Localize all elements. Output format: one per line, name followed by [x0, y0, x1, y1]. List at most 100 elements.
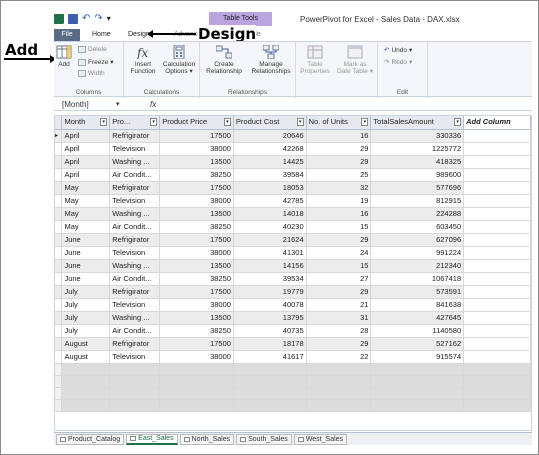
- delete-column-button[interactable]: Delete: [78, 46, 107, 53]
- table-cell[interactable]: 212340: [370, 259, 465, 273]
- calculation-area-cell[interactable]: [463, 363, 531, 376]
- table-row[interactable]: ▸ April Refrigirator 17500 20646 16 330336: [55, 129, 531, 143]
- create-relationship-button[interactable]: Create Relationship: [202, 45, 246, 75]
- table-cell[interactable]: 22: [306, 350, 372, 364]
- table-cell[interactable]: Washing ...: [109, 155, 161, 169]
- table-row[interactable]: May Refrigirator 17500 18053 32 577696: [55, 181, 531, 195]
- table-cell[interactable]: 427645: [370, 311, 465, 325]
- table-cell[interactable]: 577696: [370, 181, 465, 195]
- table-row[interactable]: June Washing ... 13500 14156 15 212340: [55, 259, 531, 273]
- tab-file[interactable]: File: [54, 29, 80, 41]
- table-cell[interactable]: 38250: [159, 324, 234, 338]
- table-cell[interactable]: June: [61, 272, 111, 286]
- row-selector[interactable]: [55, 246, 63, 260]
- add-column-cell[interactable]: [463, 311, 531, 325]
- table-cell[interactable]: Refrigirator: [109, 337, 161, 351]
- table-cell[interactable]: 573591: [370, 285, 465, 299]
- filter-dropdown-icon[interactable]: ▾: [296, 118, 304, 127]
- table-cell[interactable]: Air Condit...: [109, 220, 161, 234]
- table-cell[interactable]: Television: [109, 246, 161, 260]
- row-selector[interactable]: [55, 181, 63, 195]
- table-cell[interactable]: 627096: [370, 233, 465, 247]
- table-cell[interactable]: 17500: [159, 181, 234, 195]
- table-cell[interactable]: April: [61, 129, 111, 143]
- calculation-area-cell[interactable]: [463, 387, 531, 400]
- row-selector[interactable]: ▸: [55, 129, 63, 143]
- calculation-area-cell[interactable]: [55, 363, 63, 376]
- row-selector[interactable]: [55, 194, 63, 208]
- add-column-cell[interactable]: [463, 220, 531, 234]
- calculation-area-row[interactable]: [55, 363, 531, 376]
- table-cell[interactable]: 13500: [159, 311, 234, 325]
- add-column-cell[interactable]: [463, 272, 531, 286]
- table-row[interactable]: August Refrigirator 17500 18178 29 527162: [55, 337, 531, 351]
- table-row[interactable]: June Television 38000 41301 24 991224: [55, 246, 531, 260]
- table-cell[interactable]: 40735: [233, 324, 307, 338]
- table-cell[interactable]: May: [61, 181, 111, 195]
- tab-home[interactable]: Home: [92, 29, 111, 41]
- table-cell[interactable]: 18178: [233, 337, 307, 351]
- table-cell[interactable]: 14018: [233, 207, 307, 221]
- name-box[interactable]: [Month]: [62, 99, 132, 110]
- excel-icon[interactable]: [54, 14, 64, 24]
- table-cell[interactable]: 17500: [159, 233, 234, 247]
- undo-button[interactable]: ↶ Undo ▾: [384, 46, 412, 55]
- table-cell[interactable]: 42785: [233, 194, 307, 208]
- calculation-area-cell[interactable]: [109, 399, 161, 412]
- calculation-area-cell[interactable]: [61, 363, 111, 376]
- redo-icon[interactable]: ↷: [94, 14, 102, 24]
- table-cell[interactable]: 13500: [159, 155, 234, 169]
- table-row[interactable]: August Television 38000 41617 22 915574: [55, 350, 531, 364]
- table-cell[interactable]: 41617: [233, 350, 307, 364]
- add-column-button[interactable]: Add: [55, 45, 73, 68]
- table-cell[interactable]: May: [61, 220, 111, 234]
- calculation-area-cell[interactable]: [159, 399, 234, 412]
- filter-dropdown-icon[interactable]: ▾: [454, 118, 462, 127]
- add-column-header[interactable]: Add Column: [463, 116, 531, 130]
- table-cell[interactable]: Refrigirator: [109, 285, 161, 299]
- calculation-area-cell[interactable]: [233, 387, 307, 400]
- table-cell[interactable]: Television: [109, 194, 161, 208]
- table-cell[interactable]: 38000: [159, 298, 234, 312]
- calculation-area-cell[interactable]: [463, 399, 531, 412]
- table-row[interactable]: May Air Condit... 38250 40230 15 603450: [55, 220, 531, 234]
- table-cell[interactable]: April: [61, 168, 111, 182]
- filter-dropdown-icon[interactable]: ▾: [150, 118, 158, 127]
- table-cell[interactable]: 25: [306, 168, 372, 182]
- table-cell[interactable]: 28: [306, 324, 372, 338]
- table-row[interactable]: June Air Condit... 38250 39534 27 1067418: [55, 272, 531, 286]
- table-cell[interactable]: June: [61, 259, 111, 273]
- column-header[interactable]: TotalSalesAmount ▾: [370, 116, 465, 130]
- table-cell[interactable]: 17500: [159, 337, 234, 351]
- row-selector-header[interactable]: [55, 116, 63, 130]
- add-column-cell[interactable]: [463, 207, 531, 221]
- table-cell[interactable]: 841638: [370, 298, 465, 312]
- calculation-area-cell[interactable]: [109, 375, 161, 388]
- add-column-cell[interactable]: [463, 233, 531, 247]
- table-cell[interactable]: 38000: [159, 350, 234, 364]
- calculation-area-row[interactable]: [55, 387, 531, 400]
- sheet-tab[interactable]: South_Sales: [236, 433, 292, 445]
- table-row[interactable]: July Air Condit... 38250 40735 28 1140580: [55, 324, 531, 338]
- table-cell[interactable]: Refrigirator: [109, 129, 161, 143]
- manage-relationships-button[interactable]: Manage Relationships: [248, 45, 294, 75]
- calculation-area-cell[interactable]: [55, 387, 63, 400]
- row-selector[interactable]: [55, 207, 63, 221]
- table-cell[interactable]: April: [61, 155, 111, 169]
- column-header[interactable]: Product Cost ▾: [233, 116, 307, 130]
- table-cell[interactable]: Television: [109, 142, 161, 156]
- add-column-cell[interactable]: [463, 181, 531, 195]
- add-column-cell[interactable]: [463, 129, 531, 143]
- table-cell[interactable]: 989600: [370, 168, 465, 182]
- table-cell[interactable]: 21624: [233, 233, 307, 247]
- table-cell[interactable]: 330336: [370, 129, 465, 143]
- table-cell[interactable]: 16: [306, 207, 372, 221]
- row-selector[interactable]: [55, 311, 63, 325]
- row-selector[interactable]: [55, 337, 63, 351]
- calculation-area-cell[interactable]: [370, 363, 465, 376]
- row-selector[interactable]: [55, 233, 63, 247]
- table-properties-button[interactable]: Table Properties: [298, 45, 332, 75]
- column-width-button[interactable]: Width: [78, 70, 105, 77]
- save-icon[interactable]: [68, 14, 78, 24]
- calculation-area-cell[interactable]: [370, 387, 465, 400]
